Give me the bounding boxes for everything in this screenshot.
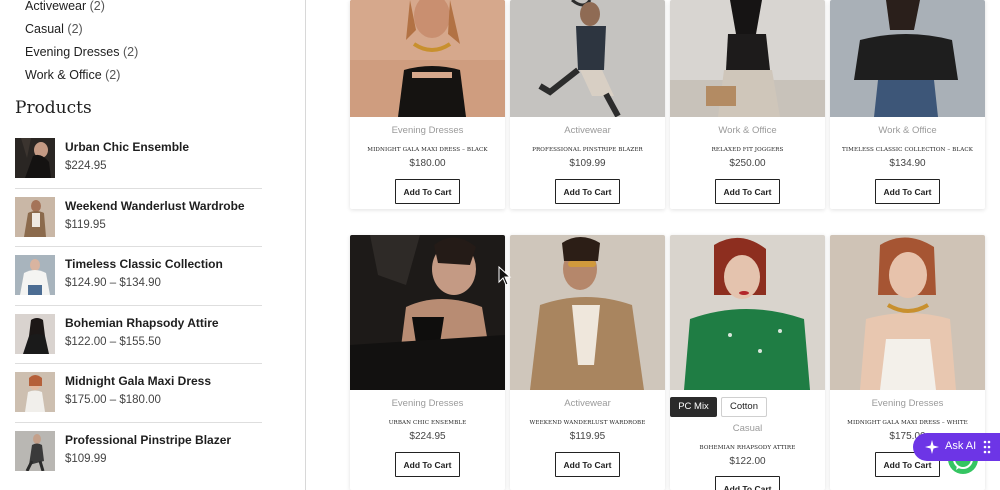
product-title[interactable]: Urban Chic Ensemble xyxy=(350,420,505,426)
drag-grip-icon[interactable] xyxy=(983,440,991,457)
add-to-cart-button[interactable]: Add To Cart xyxy=(395,179,460,204)
product-title[interactable]: Weekend Wanderlust Wardrobe xyxy=(510,420,665,426)
product-price: $134.90 xyxy=(889,158,926,169)
ask-ai-label: Ask AI xyxy=(945,440,977,452)
product-name[interactable]: Weekend Wanderlust Wardrobe xyxy=(65,199,245,213)
category-name: Activewear xyxy=(25,0,87,13)
add-to-cart-button[interactable]: Add To Cart xyxy=(555,179,620,204)
product-category[interactable]: Work & Office xyxy=(670,125,825,136)
category-count: (2) xyxy=(105,68,121,82)
product-image[interactable] xyxy=(510,0,665,117)
product-thumbnail[interactable] xyxy=(15,255,55,295)
product-category[interactable]: Activewear xyxy=(510,398,665,409)
product-name[interactable]: Bohemian Rhapsody Attire xyxy=(65,316,219,330)
product-card: Evening Dresses Midnight Gala Maxi Dress… xyxy=(350,0,505,209)
product-image[interactable] xyxy=(350,235,505,390)
product-price: $109.99 xyxy=(65,452,107,465)
category-item-casual[interactable]: Casual (2) xyxy=(25,20,138,43)
product-name[interactable]: Professional Pinstripe Blazer xyxy=(65,433,231,447)
product-image[interactable] xyxy=(350,0,505,117)
category-item-evening-dresses[interactable]: Evening Dresses (2) xyxy=(25,43,138,66)
category-name: Evening Dresses xyxy=(25,45,120,59)
product-title[interactable]: Midnight Gala Maxi Dress – Black xyxy=(350,147,505,153)
product-name[interactable]: Timeless Classic Collection xyxy=(65,257,223,271)
product-price: $119.95 xyxy=(65,218,106,231)
category-count: (2) xyxy=(122,45,139,59)
product-category[interactable]: Casual xyxy=(670,423,825,434)
add-to-cart-button[interactable]: Add To Cart xyxy=(395,452,460,477)
sidebar-product-list: Urban Chic Ensemble $224.95 Weekend Wand… xyxy=(15,130,262,481)
product-name[interactable]: Urban Chic Ensemble xyxy=(65,140,189,154)
product-card: Evening Dresses Urban Chic Ensemble $224… xyxy=(350,235,505,490)
add-to-cart-button[interactable]: Add To Cart xyxy=(715,179,780,204)
mouse-cursor-icon xyxy=(498,265,512,286)
category-item-activewear[interactable]: Activewear (2) xyxy=(25,0,138,20)
product-image[interactable] xyxy=(670,235,825,390)
product-category[interactable]: Activewear xyxy=(510,125,665,136)
product-title[interactable]: Professional Pinstripe Blazer xyxy=(510,147,665,153)
product-title[interactable]: Bohemian Rhapsody Attire xyxy=(670,445,825,451)
product-image[interactable] xyxy=(510,235,665,390)
product-card: Work & Office Relaxed Fit Joggers $250.0… xyxy=(670,0,825,209)
ask-ai-button[interactable]: Ask AI xyxy=(913,433,1000,461)
product-name[interactable]: Midnight Gala Maxi Dress xyxy=(65,374,211,388)
category-list: Activewear (2) Casual (2) Evening Dresse… xyxy=(25,0,138,89)
category-item-work-office[interactable]: Work & Office (2) xyxy=(25,66,138,89)
product-category[interactable]: Work & Office xyxy=(830,125,985,136)
product-card: PC Mix Cotton Casual Bohemian Rhapsody A… xyxy=(670,235,825,490)
product-title[interactable]: Timeless Classic Collection – Black xyxy=(830,147,985,153)
sidebar-product-item[interactable]: Bohemian Rhapsody Attire $122.00 – $155.… xyxy=(15,306,262,364)
category-count: (2) xyxy=(67,22,83,36)
category-name: Work & Office xyxy=(25,68,102,82)
products-heading: Products xyxy=(15,98,92,118)
product-price: $119.95 xyxy=(569,431,606,442)
product-thumbnail[interactable] xyxy=(15,430,55,471)
sidebar: Activewear (2) Casual (2) Evening Dresse… xyxy=(0,0,306,490)
sidebar-product-item[interactable]: Urban Chic Ensemble $224.95 xyxy=(15,130,262,189)
product-image[interactable] xyxy=(830,235,985,390)
sidebar-product-item[interactable]: Midnight Gala Maxi Dress $175.00 – $180.… xyxy=(15,364,262,423)
sparkle-icon xyxy=(925,440,939,457)
add-to-cart-button[interactable]: Add To Cart xyxy=(875,179,940,204)
product-price: $122.00 – $155.50 xyxy=(65,335,161,348)
product-thumbnail[interactable] xyxy=(15,313,55,354)
product-title[interactable]: Relaxed Fit Joggers xyxy=(670,147,825,153)
category-count: (2) xyxy=(89,0,105,13)
product-price: $122.00 xyxy=(729,456,766,467)
product-category[interactable]: Evening Dresses xyxy=(350,398,505,409)
product-title[interactable]: Midnight Gala Maxi Dress – White xyxy=(830,420,985,426)
product-price: $224.95 xyxy=(409,431,446,442)
product-thumbnail[interactable] xyxy=(15,196,55,237)
product-price: $109.99 xyxy=(569,158,606,169)
product-thumbnail[interactable] xyxy=(15,372,55,412)
product-thumbnail[interactable] xyxy=(15,138,55,178)
product-card: Work & Office Timeless Classic Collectio… xyxy=(830,0,985,209)
product-image[interactable] xyxy=(830,0,985,117)
product-price: $180.00 xyxy=(409,158,446,169)
add-to-cart-button[interactable]: Add To Cart xyxy=(715,476,780,490)
product-price: $224.95 xyxy=(65,160,107,172)
product-price: $250.00 xyxy=(729,158,766,169)
sidebar-product-item[interactable]: Timeless Classic Collection $124.90 – $1… xyxy=(15,247,262,306)
variant-option-pc-mix[interactable]: PC Mix xyxy=(670,397,717,417)
add-to-cart-button[interactable]: Add To Cart xyxy=(555,452,620,477)
product-image[interactable] xyxy=(670,0,825,117)
sidebar-product-item[interactable]: Professional Pinstripe Blazer $109.99 xyxy=(15,423,262,482)
sidebar-product-item[interactable]: Weekend Wanderlust Wardrobe $119.95 xyxy=(15,189,262,247)
variant-option-cotton[interactable]: Cotton xyxy=(721,397,767,417)
product-card: Activewear Weekend Wanderlust Wardrobe $… xyxy=(510,235,665,490)
product-price: $124.90 – $134.90 xyxy=(65,277,161,289)
product-card: Activewear Professional Pinstripe Blazer… xyxy=(510,0,665,209)
category-name: Casual xyxy=(25,22,64,36)
product-category[interactable]: Evening Dresses xyxy=(350,125,505,136)
product-price: $175.00 – $180.00 xyxy=(65,394,161,406)
product-category[interactable]: Evening Dresses xyxy=(830,398,985,409)
